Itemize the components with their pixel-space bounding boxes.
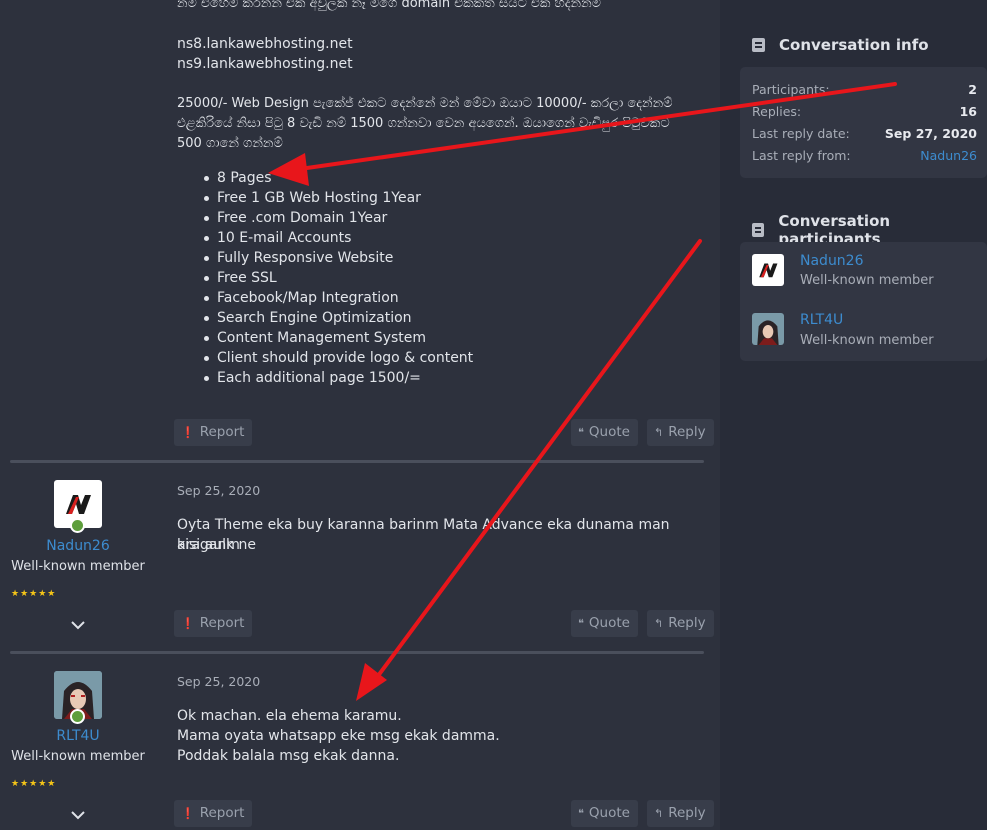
participant-title: Well-known member — [800, 273, 934, 288]
post-separator — [10, 460, 704, 463]
last-reply-user-link[interactable]: Nadun26 — [920, 148, 977, 163]
post2-line1: Oyta Theme eka buy karanna barinm Mata A… — [177, 517, 670, 553]
online-status-icon — [70, 518, 85, 533]
participant-name[interactable]: RLT4U — [800, 312, 843, 328]
message-thread: නම එහෙම කරන්න එක අවුලක් නෑ මගෙ domain එක… — [0, 0, 720, 830]
list-item: 10 E-mail Accounts — [203, 228, 473, 248]
reply-button[interactable]: ↰ Reply — [647, 419, 714, 446]
rating-stars-icon: ★★★★★ — [11, 779, 57, 789]
list-item: Free SSL — [203, 268, 473, 288]
report-button[interactable]: ❗ Report — [174, 800, 253, 827]
list-item: 8 Pages — [203, 168, 473, 188]
list-item: Free .com Domain 1Year — [203, 208, 473, 228]
warning-icon: ❗ — [181, 807, 195, 820]
warning-icon: ❗ — [181, 617, 195, 630]
quote-icon: ❝ — [578, 617, 584, 630]
quote-button[interactable]: ❝ Quote — [571, 419, 638, 446]
participant-title: Well-known member — [800, 333, 934, 348]
post3-line1: Ok machan. ela ehema karamu. — [177, 708, 402, 724]
info-last-reply-date: Last reply date: Sep 27, 2020 — [752, 126, 977, 141]
quote-icon: ❝ — [578, 807, 584, 820]
report-button[interactable]: ❗ Report — [174, 419, 253, 446]
chevron-down-icon[interactable] — [70, 617, 86, 633]
quote-button[interactable]: ❝ Quote — [571, 800, 638, 827]
info-replies: Replies: 16 — [752, 104, 977, 119]
post2-line2: kisi aulk ne — [177, 537, 257, 553]
quote-button[interactable]: ❝ Quote — [571, 610, 638, 637]
participants-box: Nadun26 Well-known member RLT4U Well-kno… — [740, 242, 987, 361]
participant-avatar[interactable] — [752, 254, 784, 286]
post-date[interactable]: Sep 25, 2020 — [177, 483, 260, 498]
conversation-info-heading: Conversation info — [752, 36, 929, 54]
post1-offer-line2: එළකිරියේ නිසා පිටු 8 වැඩි නම් 1500 ගන්නව… — [177, 116, 670, 131]
reply-icon: ↰ — [654, 617, 664, 630]
post-date[interactable]: Sep 25, 2020 — [177, 674, 260, 689]
participant-avatar[interactable] — [752, 313, 784, 345]
rating-stars-icon: ★★★★★ — [11, 589, 57, 599]
info-last-reply-from: Last reply from: Nadun26 — [752, 148, 977, 163]
report-button[interactable]: ❗ Report — [174, 610, 253, 637]
post-author-name[interactable]: RLT4U — [0, 728, 156, 744]
list-item: Client should provide logo & content — [203, 350, 474, 366]
online-status-icon — [70, 709, 85, 724]
post1-offer-line3: 500 ගානේ ගන්නම් — [177, 136, 283, 151]
quote-icon: ❝ — [578, 426, 584, 439]
warning-icon: ❗ — [181, 426, 195, 439]
logo-n-icon — [66, 495, 91, 514]
document-icon — [752, 38, 765, 52]
list-item: Fully Responsive Website — [203, 248, 473, 268]
post-separator — [10, 651, 704, 654]
post1-ns1: ns8.lankawebhosting.net — [177, 36, 353, 52]
logo-n-icon — [759, 263, 778, 278]
reply-button[interactable]: ↰ Reply — [647, 610, 714, 637]
document-icon — [752, 223, 765, 237]
list-item: Search Engine Optimization — [203, 308, 473, 328]
post-author-name[interactable]: Nadun26 — [0, 538, 156, 554]
participant-name[interactable]: Nadun26 — [800, 253, 864, 269]
post1-offer-line1: 25000/- Web Design පැකේජ් එකට දෙන්නේ මන්… — [177, 96, 673, 111]
post1-ns2: ns9.lankawebhosting.net — [177, 56, 353, 72]
reply-icon: ↰ — [654, 426, 664, 439]
chevron-down-icon[interactable] — [70, 807, 86, 823]
avatar-image-icon — [752, 313, 784, 345]
post-author-title: Well-known member — [11, 559, 145, 574]
list-item: Facebook/Map Integration — [203, 288, 473, 308]
list-item: Content Management System — [203, 328, 473, 348]
info-participants: Participants: 2 — [752, 82, 977, 97]
conversation-info-box: Participants: 2 Replies: 16 Last reply d… — [740, 67, 987, 178]
list-item: Each additional page 1500/= — [203, 368, 473, 388]
post3-line3: Poddak balala msg ekak danna. — [177, 748, 400, 764]
reply-icon: ↰ — [654, 807, 664, 820]
post1-text-top: නම එහෙම කරන්න එක අවුලක් නෑ මගෙ domain එක… — [177, 0, 601, 11]
list-item: Free 1 GB Web Hosting 1Year — [203, 188, 473, 208]
feature-list: 8 Pages Free 1 GB Web Hosting 1Year Free… — [203, 168, 474, 388]
reply-button[interactable]: ↰ Reply — [647, 800, 714, 827]
post-author-title: Well-known member — [11, 749, 145, 764]
post3-line2: Mama oyata whatsapp eke msg ekak damma. — [177, 728, 500, 744]
